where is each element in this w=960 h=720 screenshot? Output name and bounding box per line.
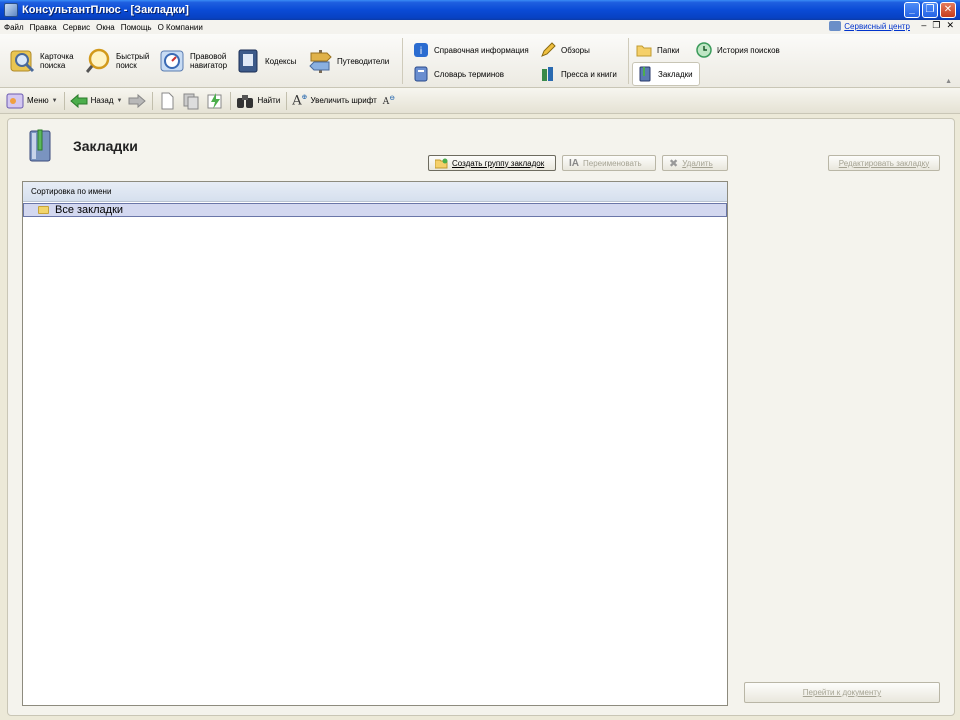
folder-icon bbox=[636, 45, 652, 57]
legal-navigator-button[interactable]: Правовой навигатор bbox=[160, 48, 227, 74]
binoculars-icon bbox=[237, 94, 254, 108]
magnifier-icon bbox=[86, 48, 110, 73]
search-card-button[interactable]: Карточка поиска bbox=[10, 48, 74, 74]
info-book-icon: i bbox=[414, 43, 428, 57]
rename-button[interactable]: IA Переименовать bbox=[562, 155, 656, 171]
toolbar: Меню ▼ Назад ▼ Найти A⊕ Увеличить шрифт A⊖ bbox=[0, 88, 960, 114]
menu-about[interactable]: О Компании bbox=[158, 23, 203, 32]
mdi-close-button[interactable]: ✕ bbox=[946, 20, 954, 31]
sort-by-name-header[interactable]: Сортировка по имени bbox=[23, 182, 727, 202]
ribbon-separator bbox=[628, 38, 629, 84]
bookmarks-list: Сортировка по имени Все закладки bbox=[22, 181, 728, 706]
rename-icon: IA bbox=[569, 157, 579, 169]
bookmark-book-icon bbox=[639, 66, 651, 82]
search-history-button[interactable]: История поисков bbox=[696, 42, 780, 58]
ribbon-collapse-icon[interactable]: ▲ bbox=[945, 78, 952, 85]
copy-button[interactable] bbox=[182, 92, 200, 110]
page-title: Закладки bbox=[73, 138, 138, 154]
books-icon bbox=[542, 67, 553, 81]
new-document-button[interactable] bbox=[158, 92, 176, 110]
bookmarks-tab-button[interactable]: Закладки bbox=[632, 62, 700, 86]
new-folder-icon bbox=[435, 158, 448, 168]
export-button[interactable] bbox=[206, 92, 224, 110]
signpost-icon bbox=[309, 50, 332, 73]
ribbon-separator bbox=[402, 38, 403, 84]
dictionary-icon bbox=[414, 66, 428, 82]
find-button[interactable]: Найти bbox=[236, 92, 280, 110]
create-group-button[interactable]: Создать группу закладок bbox=[428, 155, 556, 171]
forward-arrow-icon bbox=[128, 93, 147, 108]
font-plus-icon: A⊕ bbox=[292, 92, 308, 109]
glossary-button[interactable]: Словарь терминов bbox=[413, 66, 504, 82]
codes-button[interactable]: Кодексы bbox=[235, 48, 296, 74]
bookmarks-book-icon bbox=[29, 129, 51, 162]
document-icon bbox=[161, 92, 174, 109]
font-minus-icon: A⊖ bbox=[382, 94, 396, 107]
menu-icon bbox=[6, 93, 24, 108]
menu-bar: Файл Правка Сервис Окна Помощь О Компани… bbox=[0, 20, 960, 34]
reference-info-button[interactable]: i Справочная информация bbox=[413, 42, 529, 58]
press-books-button[interactable]: Пресса и книги bbox=[540, 66, 617, 82]
ribbon: Карточка поиска Быстрый поиск Правовой нави… bbox=[0, 34, 960, 88]
folders-button[interactable]: Папки bbox=[636, 42, 680, 58]
menu-service[interactable]: Сервис bbox=[63, 23, 90, 32]
title-bar: КонсультантПлюс - [Закладки] _ ❐ ✕ bbox=[0, 0, 960, 20]
history-clock-icon bbox=[696, 42, 712, 58]
reduce-font-button[interactable]: A⊖ bbox=[383, 94, 395, 107]
svg-text:i: i bbox=[420, 46, 423, 57]
menu-edit[interactable]: Правка bbox=[30, 23, 57, 32]
go-to-document-button[interactable]: Перейти к документу bbox=[744, 682, 940, 703]
service-center-label: Сервисный центр bbox=[844, 21, 910, 31]
mdi-minimize-button[interactable]: – bbox=[921, 20, 926, 31]
menu-button[interactable]: Меню ▼ bbox=[6, 92, 58, 110]
phone-icon bbox=[829, 21, 842, 31]
magnifier-card-icon bbox=[10, 50, 35, 73]
tree-item-all-bookmarks[interactable]: Все закладки bbox=[23, 203, 727, 217]
folder-icon bbox=[38, 206, 49, 214]
delete-x-icon: ✖ bbox=[669, 157, 679, 170]
delete-button[interactable]: ✖ Удалить bbox=[662, 155, 728, 171]
menu-file[interactable]: Файл bbox=[4, 23, 24, 32]
enlarge-font-button[interactable]: A⊕ Увеличить шрифт bbox=[292, 93, 376, 108]
minimize-button[interactable]: _ bbox=[904, 2, 920, 18]
menu-help[interactable]: Помощь bbox=[121, 23, 152, 32]
lightning-icon bbox=[207, 92, 222, 109]
mdi-restore-button[interactable]: ❐ bbox=[932, 20, 940, 31]
compass-icon bbox=[160, 50, 184, 72]
back-button[interactable]: Назад ▼ bbox=[69, 92, 122, 110]
codex-book-icon bbox=[238, 49, 258, 73]
pen-icon bbox=[541, 42, 556, 57]
close-button[interactable]: ✕ bbox=[940, 2, 956, 18]
quick-search-button[interactable]: Быстрый поиск bbox=[86, 48, 149, 74]
maximize-button[interactable]: ❐ bbox=[922, 2, 938, 18]
app-icon bbox=[4, 3, 18, 17]
window-title: КонсультантПлюс - [Закладки] bbox=[22, 4, 189, 16]
guides-button[interactable]: Путеводители bbox=[307, 48, 389, 74]
copy-icon bbox=[183, 93, 199, 109]
edit-bookmark-button[interactable]: Редактировать закладку bbox=[828, 155, 940, 171]
back-arrow-icon bbox=[69, 93, 88, 108]
bookmarks-panel: Закладки Создать группу закладок IA Пере… bbox=[7, 118, 955, 716]
service-center-link[interactable]: Сервисный центр bbox=[829, 21, 910, 31]
menu-windows[interactable]: Окна bbox=[96, 23, 115, 32]
forward-button[interactable] bbox=[128, 92, 147, 110]
reviews-button[interactable]: Обзоры bbox=[540, 42, 590, 58]
